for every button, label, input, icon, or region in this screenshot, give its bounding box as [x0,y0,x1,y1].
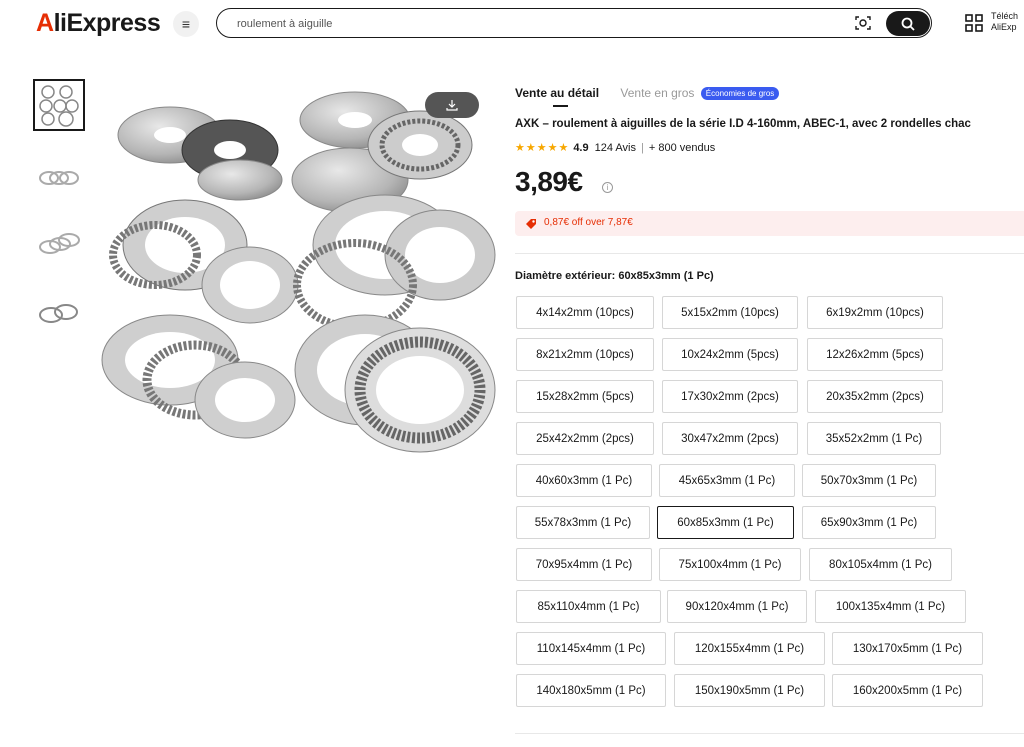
size-option[interactable]: 140x180x5mm (1 Pc) [516,674,666,707]
info-icon[interactable]: i [602,182,613,193]
size-option[interactable]: 20x35x2mm (2pcs) [807,380,943,413]
thumbnail-2[interactable] [33,152,85,204]
reviews-link[interactable]: 124 Avis [595,142,636,154]
size-option[interactable]: 85x110x4mm (1 Pc) [516,590,661,623]
sale-type-tabs: Vente au détail Vente en gros Économies … [515,86,780,107]
search-input[interactable] [235,13,839,35]
separator: | [641,141,644,154]
rating-stars-icon: ★★★★★ [515,142,570,154]
size-option[interactable]: 75x100x4mm (1 Pc) [659,548,801,581]
divider [515,733,1024,734]
size-option[interactable]: 90x120x4mm (1 Pc) [667,590,807,623]
size-option[interactable]: 150x190x5mm (1 Pc) [674,674,825,707]
rating-row: ★★★★★ 4.9 124 Avis | + 800 vendus [515,141,716,155]
option-label: Diamètre extérieur: 60x85x3mm (1 Pc) [515,270,714,282]
tab-retail[interactable]: Vente au détail [515,86,599,107]
size-option[interactable]: 5x15x2mm (10pcs) [662,296,798,329]
qr-code-icon[interactable] [964,13,984,33]
size-option[interactable]: 70x95x4mm (1 Pc) [516,548,652,581]
size-option[interactable]: 4x14x2mm (10pcs) [516,296,654,329]
app-line-1: Téléch [991,11,1019,21]
search-bar [216,8,932,38]
search-icon [901,17,915,31]
price: 3,89€ [515,166,583,197]
tab-wholesale[interactable]: Vente en gros [620,86,694,100]
size-option[interactable]: 160x200x5mm (1 Pc) [832,674,983,707]
download-image-button[interactable] [425,92,479,118]
size-option[interactable]: 130x170x5mm (1 Pc) [832,632,983,665]
size-option[interactable]: 15x28x2mm (5pcs) [516,380,654,413]
size-option[interactable]: 6x19x2mm (10pcs) [807,296,943,329]
menu-icon[interactable]: ≡ [173,11,199,37]
download-app-link[interactable]: Téléch AliExp [991,11,1018,33]
size-option[interactable]: 110x145x4mm (1 Pc) [516,632,666,665]
size-option[interactable]: 17x30x2mm (2pcs) [662,380,798,413]
size-option[interactable]: 35x52x2mm (1 Pc) [807,422,941,455]
thumbnail-4[interactable] [33,287,85,339]
size-option[interactable]: 120x155x4mm (1 Pc) [674,632,825,665]
size-option[interactable]: 45x65x3mm (1 Pc) [659,464,795,497]
divider [515,253,1024,254]
search-button[interactable] [886,11,930,36]
main-product-image[interactable] [100,80,500,470]
size-option[interactable]: 100x135x4mm (1 Pc) [815,590,966,623]
app-line-2: AliExp [991,22,1017,32]
size-option[interactable]: 12x26x2mm (5pcs) [807,338,943,371]
sold-count: + 800 vendus [648,141,716,154]
size-option[interactable]: 80x105x4mm (1 Pc) [809,548,952,581]
size-option[interactable]: 50x70x3mm (1 Pc) [802,464,936,497]
header: AliExpress ≡ Téléch AliExp [0,0,1024,52]
size-option[interactable]: 10x24x2mm (5pcs) [662,338,798,371]
thumbnail-3[interactable] [33,218,85,270]
size-option[interactable]: 55x78x3mm (1 Pc) [516,506,650,539]
size-option[interactable]: 40x60x3mm (1 Pc) [516,464,652,497]
download-icon [446,100,458,111]
size-option[interactable]: 65x90x3mm (1 Pc) [802,506,936,539]
size-option[interactable]: 8x21x2mm (10pcs) [516,338,654,371]
size-option[interactable]: 60x85x3mm (1 Pc) [657,506,794,539]
bulk-savings-badge: Économies de gros [700,87,780,100]
thumbnail-1[interactable] [33,79,85,131]
promo-banner[interactable]: 0,87€ off over 7,87€ [515,211,1024,236]
aliexpress-logo[interactable]: AliExpress [36,9,161,38]
promo-text: 0,87€ off over 7,87€ [544,217,633,228]
product-title: AXK – roulement à aiguilles de la série … [515,118,971,130]
image-search-icon[interactable] [853,13,873,33]
rating-score: 4.9 [573,141,589,154]
size-option[interactable]: 30x47x2mm (2pcs) [662,422,798,455]
tag-icon [526,219,536,229]
size-option[interactable]: 25x42x2mm (2pcs) [516,422,654,455]
